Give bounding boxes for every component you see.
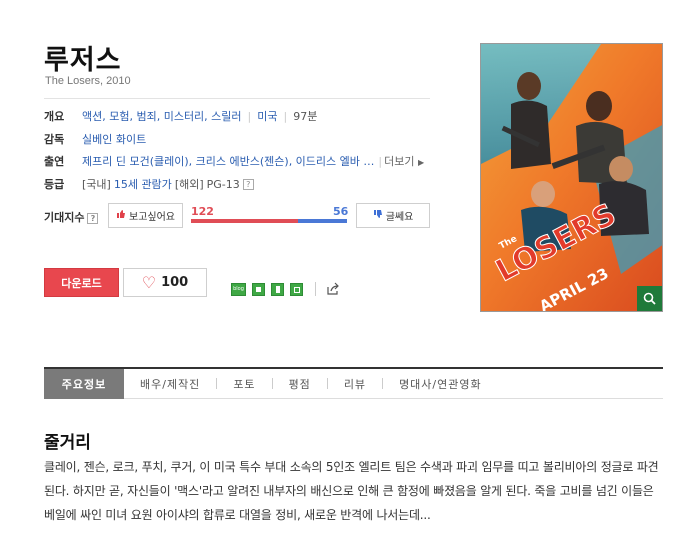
overview-label: 개요 bbox=[44, 110, 65, 123]
synopsis-text: 클레이, 젠슨, 로크, 푸치, 쿠거, 이 미국 특수 부대 소속의 5인조 … bbox=[44, 460, 659, 522]
info-rating-row: 등급 [국내] 15세 관람가 [해외] PG-13 ? bbox=[44, 176, 254, 192]
info-director-row: 감독 실베인 화이트 bbox=[44, 131, 146, 147]
movie-subtitle: The Losers, 2010 bbox=[45, 75, 131, 87]
not-sure-button[interactable]: 글쎄요 bbox=[356, 203, 430, 228]
expectation-label: 기대지수? bbox=[44, 209, 99, 225]
like-count: 100 bbox=[161, 275, 189, 290]
runtime: 97분 bbox=[293, 110, 318, 123]
info-cast-row: 출연 제프리 딘 모건(클레이), 크리스 에반스(젠슨), 이드리스 엘바 …… bbox=[44, 153, 424, 169]
info-overview-row: 개요 액션, 모험, 범죄, 미스터리, 스릴러 | 미국 | 97분 bbox=[44, 108, 317, 124]
movie-title: 루저스 bbox=[44, 45, 122, 76]
chevron-right-icon: ▶ bbox=[418, 158, 425, 167]
thumbs-up-icon bbox=[116, 209, 126, 222]
meh-label: 글쎄요 bbox=[385, 212, 414, 223]
want-label: 보고싶어요 bbox=[129, 212, 175, 223]
thumbs-down-icon bbox=[373, 209, 383, 222]
movie-poster[interactable]: The LOSERS APRIL 23 bbox=[480, 43, 663, 312]
director-link[interactable]: 실베인 화이트 bbox=[82, 131, 146, 147]
meh-count: 56 bbox=[333, 205, 349, 218]
tab-rating[interactable]: 평점 bbox=[273, 369, 327, 399]
separator: | bbox=[378, 154, 383, 168]
cafe-share-icon[interactable] bbox=[252, 282, 265, 296]
tab-main-info[interactable]: 주요정보 bbox=[44, 368, 124, 399]
want-to-see-button[interactable]: 보고싶어요 bbox=[108, 203, 183, 228]
blog-share-icon[interactable]: blog bbox=[231, 282, 246, 296]
heart-icon: ♡ bbox=[141, 272, 157, 292]
expectation-label-text: 기대지수 bbox=[44, 211, 85, 224]
tab-quotes-related[interactable]: 명대사/연관영화 bbox=[383, 369, 498, 399]
rating-domestic-link[interactable]: 15세 관람가 bbox=[114, 176, 172, 192]
rating-domestic-prefix: [국내] bbox=[82, 178, 111, 191]
help-icon[interactable]: ? bbox=[87, 212, 99, 224]
like-button[interactable]: ♡ 100 bbox=[123, 268, 207, 297]
tab-cast-crew[interactable]: 배우/제작진 bbox=[124, 369, 216, 399]
want-count: 122 bbox=[191, 205, 214, 218]
divider bbox=[44, 98, 430, 99]
divider bbox=[315, 282, 316, 296]
help-icon[interactable]: ? bbox=[242, 178, 254, 190]
tab-photo[interactable]: 포토 bbox=[217, 369, 271, 399]
cast-label: 출연 bbox=[44, 155, 65, 168]
share-icon[interactable] bbox=[326, 282, 340, 296]
tab-review[interactable]: 리뷰 bbox=[328, 369, 382, 399]
expectation-bar bbox=[191, 219, 347, 223]
separator: | bbox=[247, 109, 252, 123]
separator: | bbox=[283, 109, 288, 123]
more-link[interactable]: 더보기 ▶ bbox=[384, 153, 424, 169]
rating-overseas: PG-13 bbox=[206, 177, 240, 191]
tab-bar: 주요정보 배우/제작진 포토 평점 리뷰 명대사/연관영화 bbox=[44, 367, 663, 399]
rating-overseas-prefix: [해외] bbox=[174, 178, 204, 191]
share-icons: blog bbox=[231, 282, 340, 296]
want-bar bbox=[191, 219, 298, 223]
more-label: 더보기 bbox=[384, 155, 415, 168]
memo-share-icon[interactable] bbox=[290, 282, 303, 296]
director-label: 감독 bbox=[44, 133, 65, 146]
poster-image: The LOSERS APRIL 23 bbox=[481, 44, 662, 311]
cast-link[interactable]: 제프리 딘 모건(클레이), 크리스 에반스(젠슨), 이드리스 엘바 … bbox=[82, 153, 374, 169]
country-link[interactable]: 미국 bbox=[257, 108, 277, 124]
search-icon bbox=[643, 292, 656, 305]
meh-bar bbox=[298, 219, 347, 223]
rating-label: 등급 bbox=[44, 178, 65, 191]
zoom-button[interactable] bbox=[637, 286, 662, 311]
download-button[interactable]: 다운로드 bbox=[44, 268, 119, 297]
synopsis-heading: 줄거리 bbox=[44, 433, 91, 453]
genres-link[interactable]: 액션, 모험, 범죄, 미스터리, 스릴러 bbox=[82, 108, 242, 124]
bookmark-share-icon[interactable] bbox=[271, 282, 284, 296]
